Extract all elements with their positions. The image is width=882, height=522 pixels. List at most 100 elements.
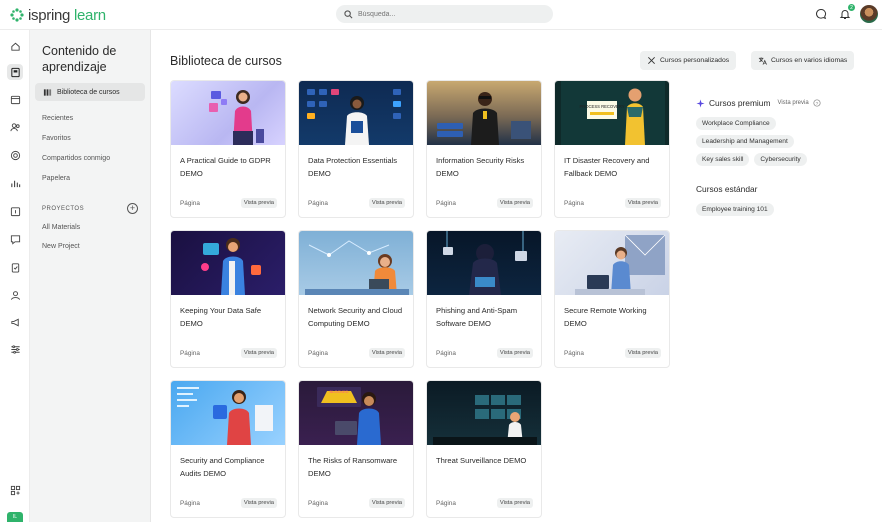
course-card[interactable]: Phishing and Anti-Spam Software DEMO Pág…: [426, 230, 542, 368]
premium-courses-header: Cursos premium Vista previa ?: [696, 98, 876, 108]
mentoring-icon[interactable]: [7, 287, 23, 303]
nav-item-trash[interactable]: Papelera: [42, 175, 70, 182]
course-type: Página: [564, 200, 584, 207]
reports-icon[interactable]: [7, 175, 23, 191]
course-card[interactable]: Keeping Your Data Safe DEMO Página Vista…: [170, 230, 286, 368]
sparkle-icon: [696, 98, 705, 108]
home-icon[interactable]: [7, 38, 23, 54]
course-title: Secure Remote Working DEMO: [564, 306, 647, 328]
course-card[interactable]: Security and Compliance Audits DEMO Pági…: [170, 380, 286, 518]
calendar-icon[interactable]: [7, 91, 23, 107]
chip-leadership[interactable]: Leadership and Management: [696, 135, 794, 148]
course-thumbnail: [555, 231, 669, 295]
search-icon: [344, 9, 353, 18]
chip-cybersecurity[interactable]: Cybersecurity: [754, 153, 807, 166]
course-type: Página: [180, 500, 200, 507]
preview-badge[interactable]: Vista previa: [496, 498, 533, 508]
custom-courses-button[interactable]: Cursos personalizados: [640, 51, 737, 70]
course-thumbnail: PROCESS RECOVERY: [555, 81, 669, 145]
course-type: Página: [564, 350, 584, 357]
course-thumbnail: [427, 381, 541, 445]
apps-grid-icon[interactable]: [7, 482, 23, 498]
events-icon[interactable]: [7, 203, 23, 219]
chat-icon[interactable]: [812, 5, 830, 23]
course-thumbnail: [171, 81, 285, 145]
course-card[interactable]: Threat Surveillance DEMO Página Vista pr…: [426, 380, 542, 518]
preview-badge[interactable]: Vista previa: [624, 198, 661, 208]
messages-icon[interactable]: [7, 231, 23, 247]
course-title: Phishing and Anti-Spam Software DEMO: [436, 306, 518, 328]
content-nav: Contenido de aprendizaje Biblioteca de c…: [31, 30, 151, 522]
nav-title: Contenido de aprendizaje: [42, 44, 117, 74]
course-title: Threat Surveillance DEMO: [436, 456, 527, 465]
preview-badge[interactable]: Vista previa: [368, 498, 405, 508]
preview-badge[interactable]: Vista previa: [368, 348, 405, 358]
nav-item-favorites[interactable]: Favoritos: [42, 135, 71, 142]
chip-employee-training[interactable]: Employee training 101: [696, 203, 774, 216]
preview-badge[interactable]: Vista previa: [368, 198, 405, 208]
standard-chips: Employee training 101: [696, 203, 836, 216]
chip-key-sales[interactable]: Key sales skill: [696, 153, 750, 166]
icon-rail: IL: [0, 30, 30, 522]
preview-badge[interactable]: Vista previa: [240, 498, 277, 508]
nav-item-shared[interactable]: Compartidos conmigo: [42, 155, 110, 162]
multilang-courses-button[interactable]: Cursos en varios idiomas: [751, 51, 855, 70]
side-panel: Cursos premium Vista previa ? Workplace …: [696, 98, 876, 216]
course-thumbnail: [299, 81, 413, 145]
preview-badge[interactable]: Vista previa: [240, 348, 277, 358]
projects-header: PROYECTOS: [42, 206, 85, 212]
users-icon[interactable]: [7, 119, 23, 135]
page-title: Biblioteca de cursos: [170, 54, 282, 68]
chip-workplace-compliance[interactable]: Workplace Compliance: [696, 117, 776, 130]
avatar[interactable]: [860, 5, 878, 23]
project-all-materials[interactable]: All Materials: [42, 224, 80, 231]
logo-text-ispring: ispring: [28, 6, 71, 24]
course-card[interactable]: A Practical Guide to GDPR DEMO Página Vi…: [170, 80, 286, 218]
bell-icon[interactable]: 2: [836, 4, 855, 23]
course-thumbnail: [427, 81, 541, 145]
course-card[interactable]: PROCESS RECOVERY IT Disaster Recovery an…: [554, 80, 670, 218]
course-card[interactable]: Network Security and Cloud Computing DEM…: [298, 230, 414, 368]
course-type: Página: [308, 350, 328, 357]
course-card[interactable]: Information Security Risks DEMO Página V…: [426, 80, 542, 218]
course-card[interactable]: Secure Remote Working DEMO Página Vista …: [554, 230, 670, 368]
preview-badge[interactable]: Vista previa: [496, 348, 533, 358]
translate-icon: [758, 57, 767, 65]
course-type: Página: [180, 350, 200, 357]
course-title: IT Disaster Recovery and Fallback DEMO: [564, 156, 650, 178]
course-type: Página: [436, 200, 456, 207]
help-icon[interactable]: ?: [813, 99, 821, 107]
course-card[interactable]: Data Protection Essentials DEMO Página V…: [298, 80, 414, 218]
settings-sliders-icon[interactable]: [7, 341, 23, 357]
logo-icon: [10, 8, 24, 22]
recovery-sign-text: PROCESS RECOVERY: [579, 104, 624, 109]
tasks-icon[interactable]: [7, 259, 23, 275]
preview-badge[interactable]: Vista previa: [624, 348, 661, 358]
search-bar[interactable]: [336, 5, 553, 23]
megaphone-icon[interactable]: [7, 314, 23, 330]
premium-title: Cursos premium: [709, 98, 771, 108]
course-title: Data Protection Essentials DEMO: [308, 156, 398, 178]
add-project-button[interactable]: +: [127, 203, 138, 214]
library-icon[interactable]: [7, 64, 23, 80]
user-chip[interactable]: IL: [7, 512, 23, 522]
premium-preview-label: Vista previa: [777, 100, 809, 106]
books-icon: [43, 88, 52, 96]
nav-item-label: Biblioteca de cursos: [57, 88, 120, 96]
course-thumbnail: [171, 231, 285, 295]
course-type: Página: [180, 200, 200, 207]
course-title: Security and Compliance Audits DEMO: [180, 456, 265, 478]
search-input[interactable]: [358, 10, 538, 18]
course-thumbnail: [427, 231, 541, 295]
project-new[interactable]: New Project: [42, 243, 80, 250]
course-card[interactable]: BLOCKED The Risks of Ransomware DEMO Pág…: [298, 380, 414, 518]
preview-badge[interactable]: Vista previa: [240, 198, 277, 208]
course-thumbnail: BLOCKED: [299, 381, 413, 445]
course-thumbnail: [171, 381, 285, 445]
preview-badge[interactable]: Vista previa: [496, 198, 533, 208]
logo[interactable]: ispring learn: [10, 6, 106, 24]
nav-item-recent[interactable]: Recientes: [42, 115, 73, 122]
target-icon[interactable]: [7, 147, 23, 163]
nav-item-course-library[interactable]: Biblioteca de cursos: [35, 83, 145, 101]
custom-courses-label: Cursos personalizados: [660, 57, 730, 64]
